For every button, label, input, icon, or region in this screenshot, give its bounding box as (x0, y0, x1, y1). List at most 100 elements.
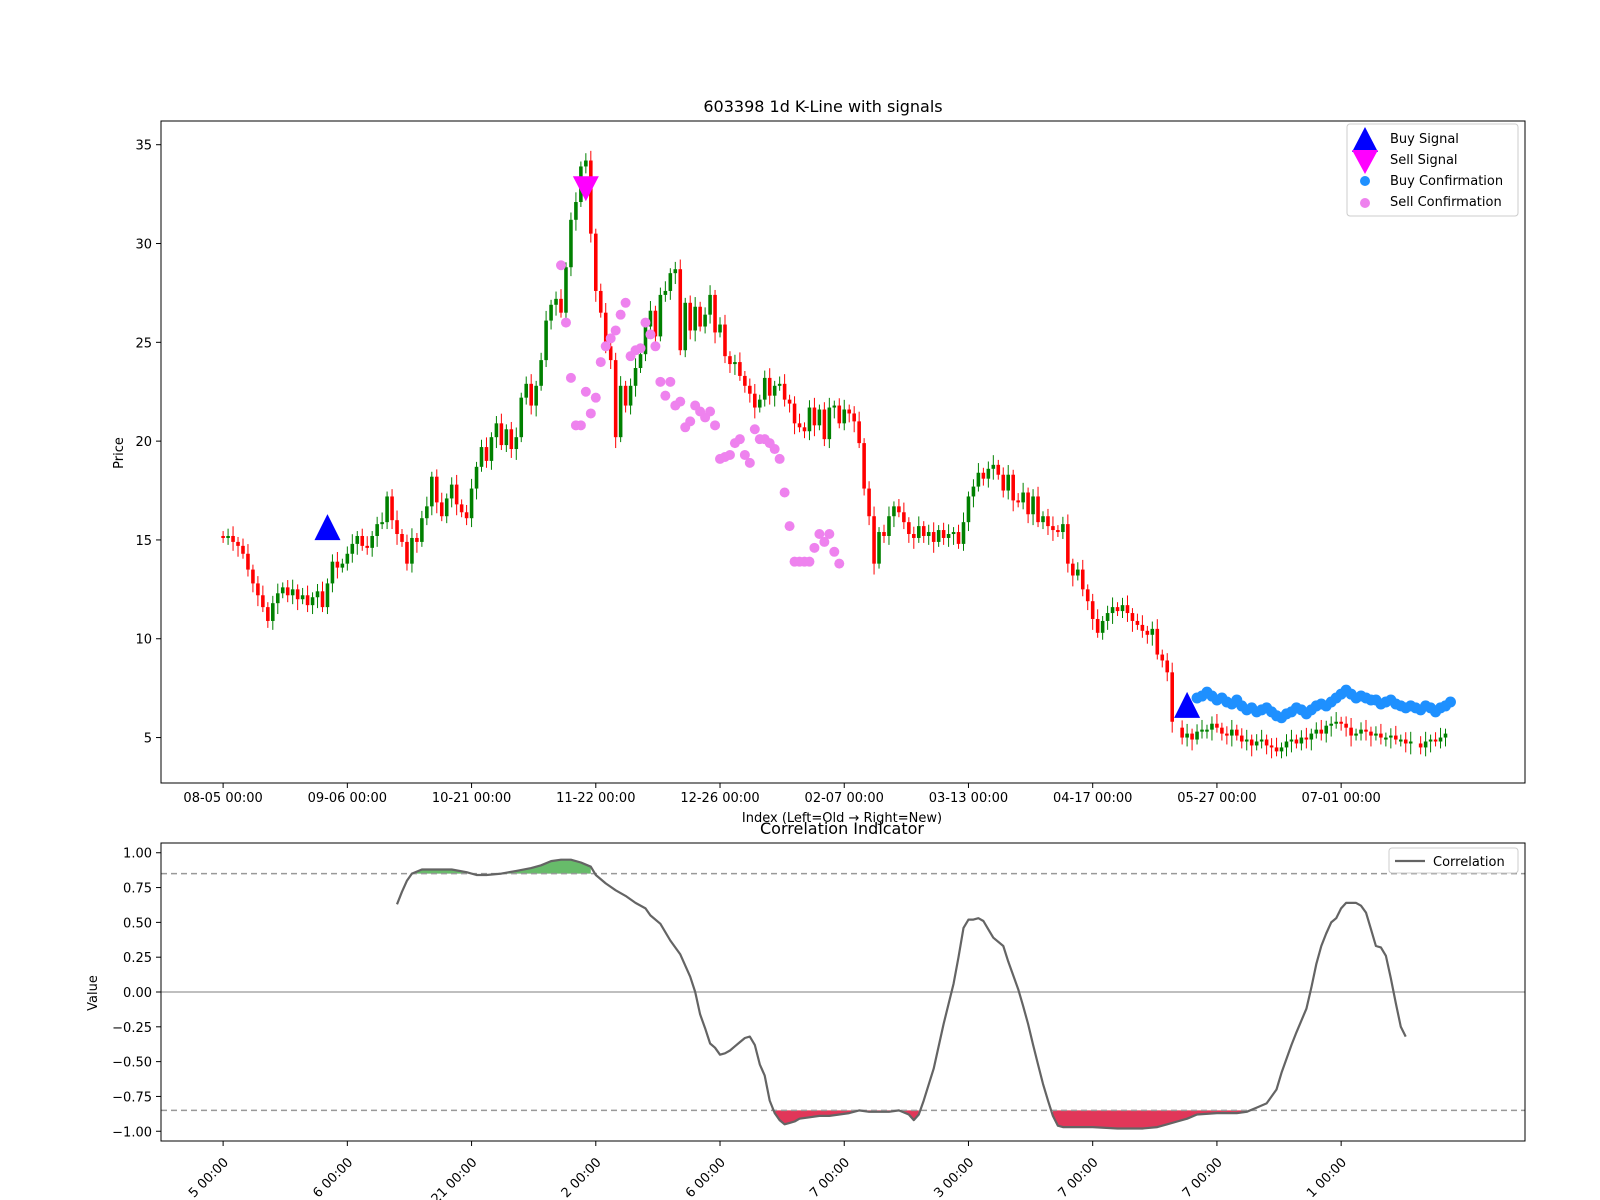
candle-body (1190, 733, 1194, 740)
kline-x-tick-label: 12-26 00:00 (680, 791, 759, 806)
candle-body (1170, 672, 1174, 722)
candle-body (464, 512, 469, 519)
corr-y-tick-label: 0.50 (123, 916, 152, 931)
candle-body (544, 320, 548, 361)
candle-body (698, 306, 702, 327)
candle-body (360, 535, 365, 546)
candle-body (226, 535, 230, 538)
candle-body (1110, 607, 1115, 614)
candle-body (1026, 492, 1030, 515)
candle-body (256, 583, 260, 596)
candle-body (837, 405, 842, 424)
candle-body (1210, 723, 1214, 730)
candle-body (996, 464, 1001, 475)
candle-body (434, 476, 439, 503)
sell-confirmation-legend-marker (1360, 198, 1370, 208)
kline-y-tick-label: 30 (135, 238, 152, 253)
candle-body (976, 472, 981, 487)
candle-body (693, 306, 697, 331)
candle-body (290, 589, 295, 596)
corr-y-tick-label: 0.25 (123, 951, 152, 966)
candle-body (1379, 733, 1383, 738)
corr-y-tick-label: 1.00 (123, 847, 152, 862)
sell-confirmation-point (575, 420, 586, 431)
candle-body (926, 532, 931, 536)
corr-y-tick-label: −1.00 (112, 1125, 152, 1140)
corr-legend: Correlation (1388, 847, 1519, 874)
sell-confirmation-point (769, 444, 780, 455)
candle-body (305, 595, 310, 606)
kline-x-tick-label: 10-21 00:00 (432, 791, 511, 806)
sell-confirmation-point (610, 325, 621, 336)
candle-body (330, 561, 335, 584)
candle-body (832, 405, 837, 408)
candle-body (285, 587, 290, 596)
candle-body (554, 298, 558, 305)
candle-body (400, 534, 404, 542)
legend-buy-signal: Buy Signal (1390, 132, 1459, 147)
sell-confirmation-point (635, 343, 646, 354)
candle-body (1408, 741, 1413, 744)
candle-body (772, 385, 777, 396)
candle-body (584, 160, 588, 167)
candle-body (519, 397, 524, 438)
candle-body (1235, 729, 1239, 736)
candle-body (663, 290, 668, 295)
candle-body (524, 383, 529, 398)
kline-x-tick-label: 08-05 00:00 (183, 791, 262, 806)
candle-body (1011, 474, 1015, 501)
sell-confirmation-point (744, 457, 755, 468)
sell-confirmation-point (829, 546, 840, 557)
candle-body (315, 591, 320, 598)
sell-confirmation-point (620, 297, 631, 308)
candle-body (1165, 660, 1170, 673)
candle-body (1105, 613, 1110, 621)
candle-body (1016, 500, 1020, 503)
candle-body (847, 409, 852, 414)
candle-body (1239, 735, 1244, 742)
candle-body (1354, 733, 1358, 736)
sell-confirmation-point (685, 416, 696, 427)
candle-body (762, 377, 767, 400)
candle-body (1289, 739, 1294, 742)
candle-body (921, 526, 926, 536)
candle-body (931, 532, 936, 542)
corr-y-tick-label: −0.50 (112, 1056, 152, 1071)
candle-body (559, 298, 563, 313)
candle-body (1324, 725, 1329, 734)
candle-body (594, 233, 598, 291)
candle-body (420, 518, 424, 542)
candle-body (261, 595, 265, 608)
candle-body (718, 324, 722, 333)
candle-body (807, 407, 812, 432)
candle-body (1418, 743, 1423, 748)
candle-body (1115, 607, 1120, 612)
candle-body (613, 360, 618, 438)
candle-body (350, 543, 355, 554)
candle-body (1215, 723, 1219, 728)
candle-body (1438, 737, 1443, 742)
candle-body (941, 530, 946, 538)
candle-body (1021, 492, 1025, 503)
candle-body (628, 385, 633, 406)
candle-body (1225, 733, 1229, 736)
candle-body (1249, 739, 1254, 746)
candle-body (951, 532, 956, 535)
candle-body (902, 512, 906, 523)
sell-confirmation-point (660, 390, 671, 401)
candle-body (1309, 733, 1314, 740)
candle-body (1200, 729, 1204, 732)
candle-body (897, 506, 901, 513)
sell-confirmation-point (824, 529, 835, 540)
candle-body (1140, 624, 1145, 631)
sell-confirmation-point (556, 260, 567, 271)
candle-body (589, 160, 593, 234)
candle-body (812, 407, 817, 426)
sell-confirmation-point (774, 453, 785, 464)
candle-body (723, 324, 727, 357)
candle-body (574, 202, 578, 220)
kline-x-tick-label: 11-22 00:00 (556, 791, 635, 806)
candle-body (678, 269, 683, 351)
candle-body (345, 553, 350, 564)
candle-body (633, 368, 638, 386)
